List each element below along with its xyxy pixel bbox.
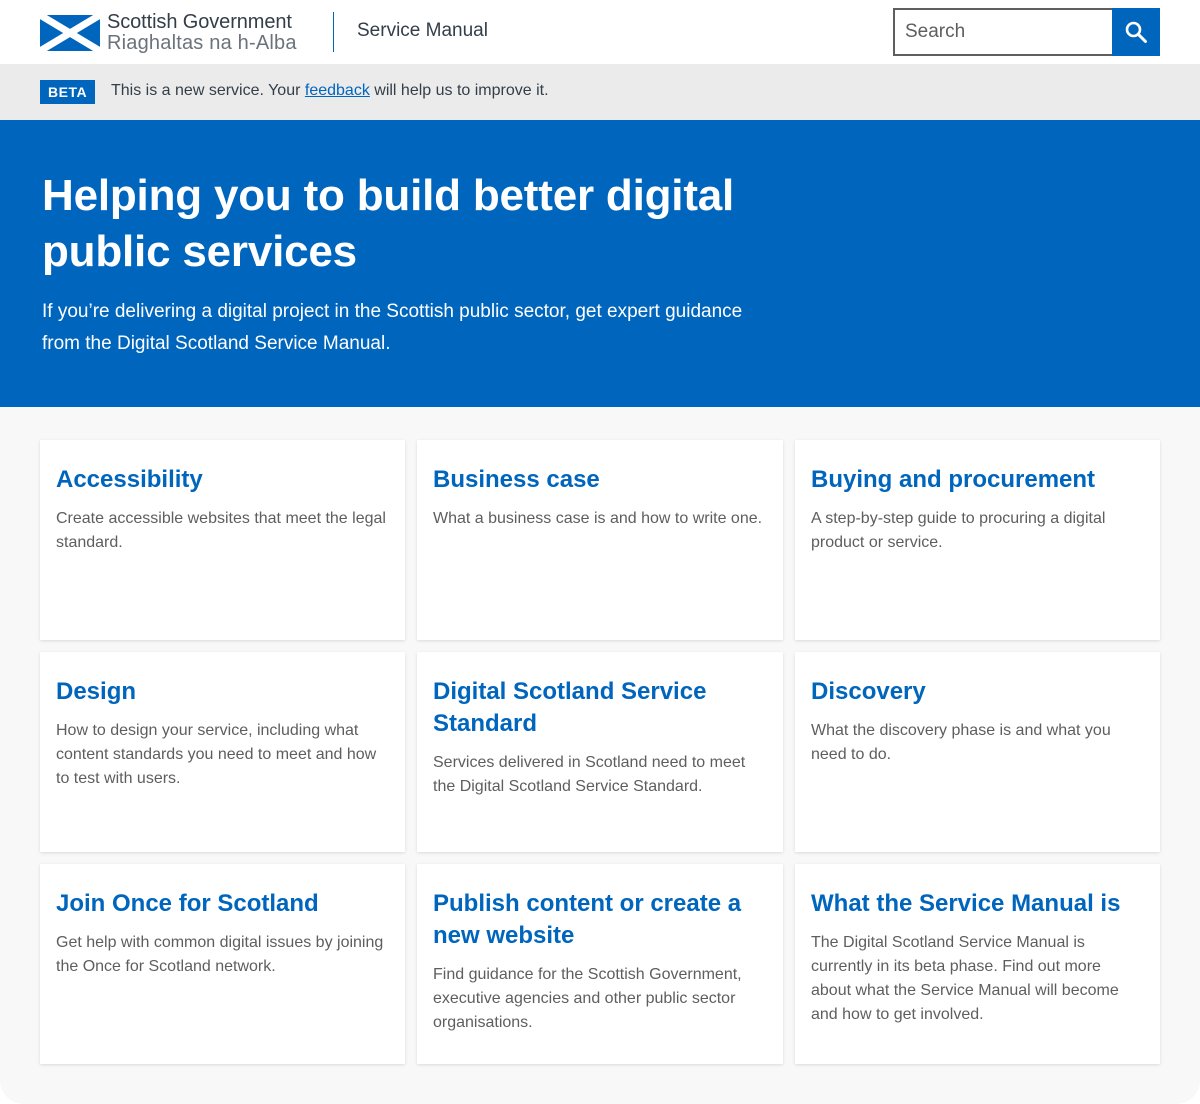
category-card-accessibility[interactable]: Accessibility Create accessible websites… [40,440,405,640]
logo-text: Scottish Government Riaghaltas na h-Alba [107,12,297,53]
phase-text-before: This is a new service. Your [111,82,305,99]
card-description: Services delivered in Scotland need to m… [433,754,746,795]
card-title-link[interactable]: Business case [433,464,767,496]
card-title-link[interactable]: Join Once for Scotland [56,888,389,920]
card-description: What the discovery phase is and what you… [811,722,1111,763]
logo-gaelic: Riaghaltas na h-Alba [107,32,297,54]
card-title-link[interactable]: Digital Scotland Service Standard [433,676,767,740]
logo-english: Scottish Government [107,11,292,33]
phase-text-after: will help us to improve it. [369,82,549,99]
search-button[interactable] [1112,8,1160,56]
card-description: Find guidance for the Scottish Governmen… [433,966,742,1031]
feedback-link[interactable]: feedback [305,82,370,99]
category-card-publish-content[interactable]: Publish content or create a new website … [417,864,783,1064]
category-card-business-case[interactable]: Business case What a business case is an… [417,440,783,640]
site-logo-link[interactable]: Scottish Government Riaghaltas na h-Alba [40,12,297,53]
card-title-link[interactable]: Buying and procurement [811,464,1144,496]
category-card-service-standard[interactable]: Digital Scotland Service Standard Servic… [417,652,783,852]
page-title: Helping you to build better digital publ… [42,171,735,276]
site-title[interactable]: Service Manual [357,20,488,42]
category-card-about-service-manual[interactable]: What the Service Manual is The Digital S… [795,864,1160,1064]
category-grid: Accessibility Create accessible websites… [40,440,1160,1064]
header-divider [333,12,334,52]
card-title-link[interactable]: What the Service Manual is [811,888,1144,920]
card-title-link[interactable]: Design [56,676,389,708]
category-card-design[interactable]: Design How to design your service, inclu… [40,652,405,852]
saltire-flag-icon [40,14,100,51]
category-card-buying-procurement[interactable]: Buying and procurement A step-by-step gu… [795,440,1160,640]
hero-lead: If you’re delivering a digital project i… [42,301,743,354]
card-title-link[interactable]: Discovery [811,676,1144,708]
category-card-discovery[interactable]: Discovery What the discovery phase is an… [795,652,1160,852]
card-description: A step-by-step guide to procuring a digi… [811,510,1106,551]
hero-banner: Helping you to build better digital publ… [0,120,1200,407]
card-description: What a business case is and how to write… [433,510,763,527]
search-icon [1125,21,1147,43]
card-title-link[interactable]: Accessibility [56,464,389,496]
card-title-link[interactable]: Publish content or create a new website [433,888,767,952]
phase-banner-text: This is a new service. Your feedback wil… [111,82,549,100]
card-description: Create accessible websites that meet the… [56,510,386,551]
search-input[interactable] [893,8,1112,56]
card-description: The Digital Scotland Service Manual is c… [811,934,1119,1023]
site-search [893,8,1160,56]
category-card-once-for-scotland[interactable]: Join Once for Scotland Get help with com… [40,864,405,1064]
main-content: Accessibility Create accessible websites… [0,407,1200,1104]
phase-banner: BETA This is a new service. Your feedbac… [0,64,1200,120]
card-description: Get help with common digital issues by j… [56,934,384,975]
site-header: Scottish Government Riaghaltas na h-Alba… [0,0,1200,64]
card-description: How to design your service, including wh… [56,722,377,787]
beta-tag: BETA [40,80,96,104]
